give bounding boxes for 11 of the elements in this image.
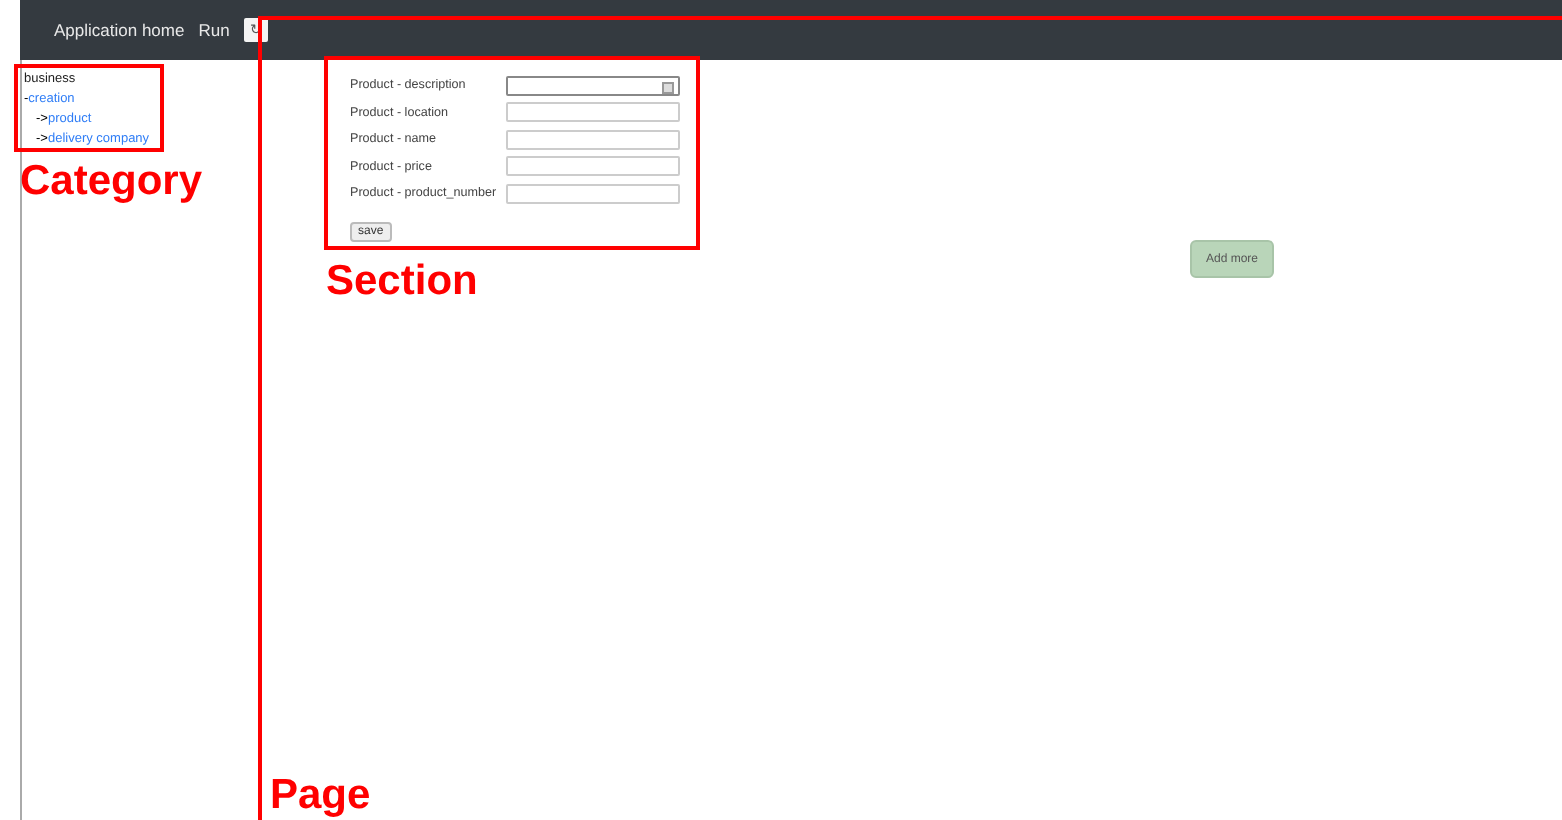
description-field[interactable] [506,75,680,96]
input-field[interactable] [506,129,680,150]
app-home-link[interactable]: Application home [54,20,185,40]
resize-grip-icon [662,81,674,94]
input-field[interactable] [506,156,680,177]
run-link[interactable]: Run [198,20,230,40]
annotation-label: Page [270,774,371,816]
input-field[interactable] [506,183,680,204]
annotation-label: Category [20,160,203,202]
input-field[interactable] [506,102,680,123]
annotation-label: Section [326,260,478,302]
